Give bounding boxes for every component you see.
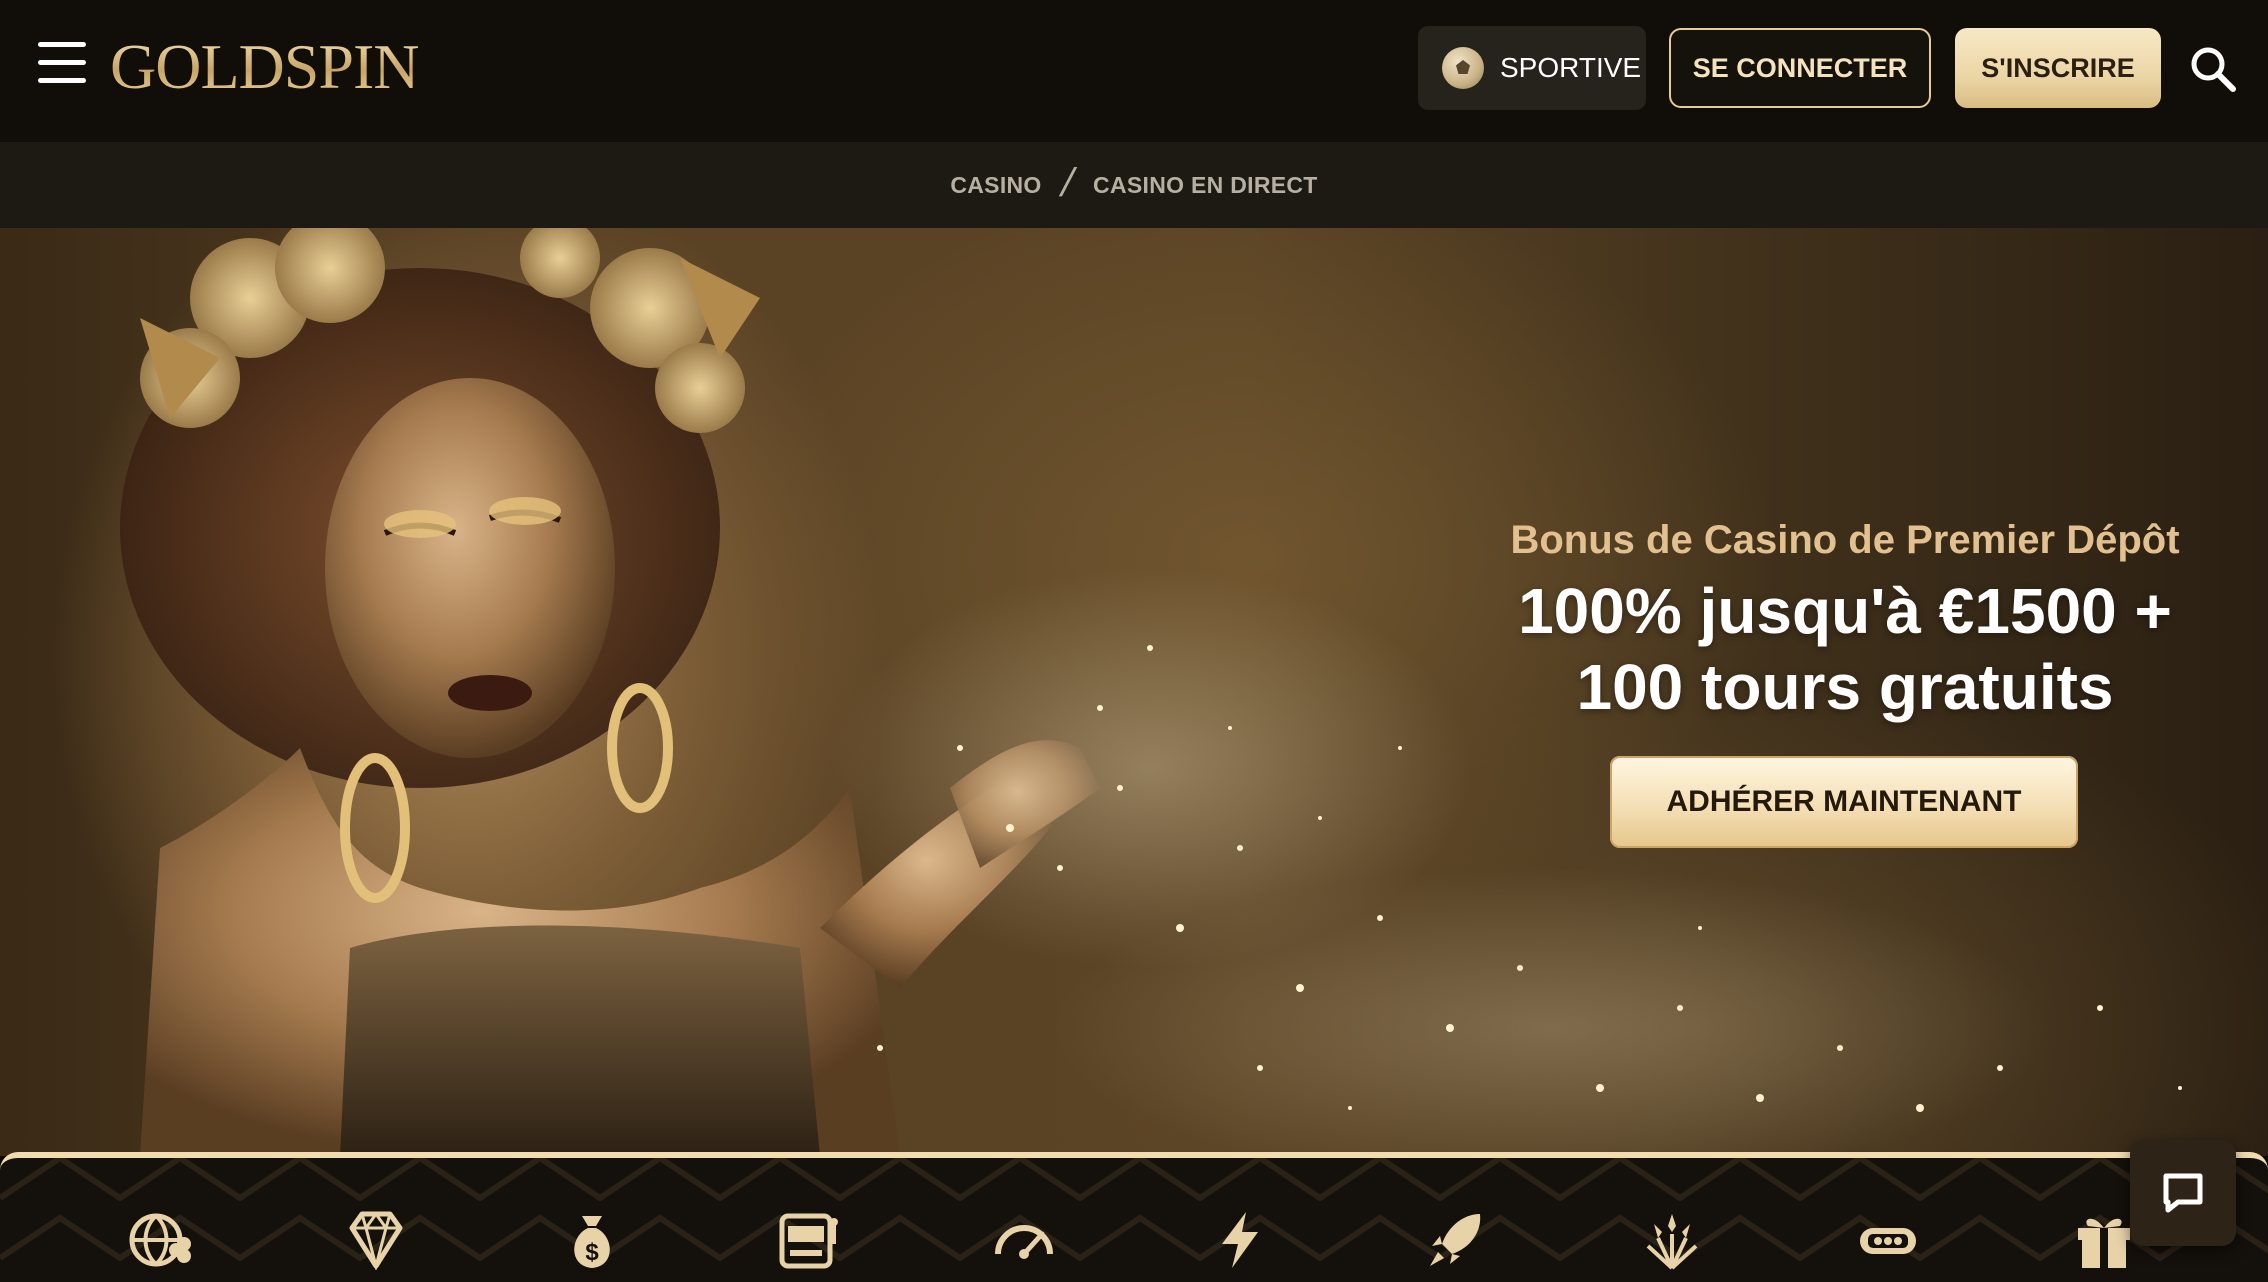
fireworks-icon[interactable] [1640, 1210, 1704, 1270]
background-pattern [0, 1158, 2268, 1262]
hero-text-block: Bonus de Casino de Premier Dépôt 100% ju… [1430, 518, 2260, 725]
lightning-icon[interactable] [1208, 1210, 1272, 1270]
slot-machine-icon[interactable] [776, 1210, 840, 1270]
bonus-headline-line-1: 100% jusqu'à €1500 + [1518, 575, 2172, 647]
bonus-kicker: Bonus de Casino de Premier Dépôt [1510, 518, 2180, 562]
menu-icon[interactable] [38, 42, 86, 84]
sport-button-label: SPORTIVE [1500, 52, 1642, 83]
register-button[interactable]: S'INSCRIRE [1955, 28, 2161, 108]
top-header: GOLDSPIN SPORTIVE SE CONNECTER S'INSCRIR… [0, 0, 2268, 142]
rocket-icon[interactable] [1424, 1210, 1488, 1270]
chat-icon [2163, 1173, 2203, 1213]
category-bar: $ [0, 1152, 2268, 1282]
breadcrumb-item-casino[interactable]: CASINO [950, 172, 1041, 199]
logo-text: GOLDSPIN [110, 31, 419, 102]
bonus-headline-line-2: 100 tours gratuits [1576, 651, 2114, 723]
breadcrumb-item-live-casino[interactable]: CASINO EN DIRECT [1093, 172, 1318, 199]
search-icon[interactable] [2188, 44, 2238, 94]
goldspin-logo[interactable]: GOLDSPIN [110, 32, 450, 102]
speedometer-icon[interactable] [992, 1210, 1056, 1270]
ticket-icon[interactable] [1856, 1210, 1920, 1270]
page: GOLDSPIN SPORTIVE SE CONNECTER S'INSCRIR… [0, 0, 2268, 1282]
hero-banner: Bonus de Casino de Premier Dépôt 100% ju… [0, 228, 2268, 1156]
live-chat-button[interactable] [2130, 1140, 2236, 1246]
login-button[interactable]: SE CONNECTER [1669, 28, 1931, 108]
gift-icon[interactable] [2072, 1210, 2136, 1270]
breadcrumb: CASINO / CASINO EN DIRECT [0, 142, 2268, 228]
money-bag-icon[interactable]: $ [560, 1210, 624, 1270]
sport-button[interactable]: SPORTIVE [1418, 26, 1646, 110]
soccer-ball-icon [1442, 47, 1484, 89]
join-now-button[interactable]: ADHÉRER MAINTENANT [1610, 756, 2078, 848]
breadcrumb-separator: / [1056, 160, 1079, 205]
globe-clover-icon[interactable] [128, 1210, 192, 1270]
diamond-icon[interactable] [344, 1210, 408, 1270]
svg-text:$: $ [585, 1239, 599, 1266]
